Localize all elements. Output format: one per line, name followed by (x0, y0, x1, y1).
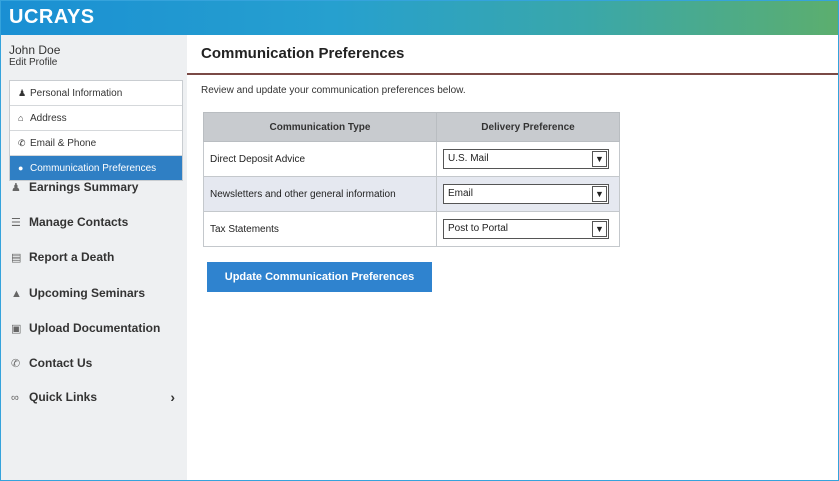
sidebar-item-quick-links[interactable]: ∞ Quick Links › (11, 386, 181, 408)
earnings-icon: ♟ (11, 182, 21, 194)
sidebar-item-upcoming-seminars[interactable]: ▲ Upcoming Seminars (11, 282, 181, 304)
delivery-preference-cell: Email ▼ (436, 176, 620, 212)
phone-icon: ✆ (11, 358, 21, 370)
chevron-right-icon: › (170, 389, 175, 405)
app-window: UCRAYS John Doe Edit Profile ♟ Personal I… (0, 0, 839, 481)
delivery-preference-select[interactable]: Post to Portal ▼ (443, 219, 609, 239)
sidebar-item-label: Upcoming Seminars (29, 286, 146, 300)
home-icon: ⌂ (18, 113, 24, 123)
sidebar-item-manage-contacts[interactable]: ☰ Manage Contacts (11, 211, 181, 233)
communication-type-cell: Tax Statements (203, 211, 437, 247)
table-row: Tax Statements Post to Portal ▼ (203, 211, 620, 247)
app-header: UCRAYS (1, 1, 838, 35)
submenu-item-label: Communication Preferences (30, 163, 157, 174)
user-icon: ♟ (18, 88, 27, 98)
sidebar-item-report-a-death[interactable]: ▤ Report a Death (11, 246, 181, 268)
chevron-down-icon[interactable]: ▼ (592, 221, 607, 237)
phone-icon: ✆ (18, 138, 26, 148)
link-icon: ∞ (11, 392, 19, 404)
select-value: Post to Portal (448, 223, 509, 234)
sidebar-item-label: Contact Us (29, 356, 93, 370)
delivery-preference-cell: U.S. Mail ▼ (436, 141, 620, 177)
communication-type-cell: Newsletters and other general informatio… (203, 176, 437, 212)
upload-icon: ▣ (11, 323, 22, 335)
submenu-item-personal-information[interactable]: ♟ Personal Information (10, 81, 182, 106)
submenu-item-label: Email & Phone (30, 138, 97, 149)
sidebar: John Doe Edit Profile ♟ Personal Informat… (1, 35, 187, 480)
sidebar-item-label: Upload Documentation (29, 321, 161, 335)
sidebar-item-contact-us[interactable]: ✆ Contact Us (11, 352, 181, 374)
table-row: Newsletters and other general informatio… (203, 176, 620, 212)
submenu-item-address[interactable]: ⌂ Address (10, 106, 182, 131)
sidebar-item-label: Manage Contacts (29, 215, 129, 229)
table-row: Direct Deposit Advice U.S. Mail ▼ (203, 141, 620, 177)
title-divider (187, 73, 838, 75)
main-content: Communication Preferences Review and upd… (187, 35, 838, 480)
submenu-item-label: Personal Information (30, 88, 123, 99)
column-header: Communication Type (203, 112, 437, 142)
page-title: Communication Preferences (201, 45, 405, 62)
intro-text: Review and update your communication pre… (201, 85, 466, 96)
select-value: Email (448, 188, 474, 199)
document-icon: ▤ (11, 252, 22, 264)
sidebar-item-earnings-summary[interactable]: ♟ Earnings Summary (11, 176, 181, 198)
delivery-preference-cell: Post to Portal ▼ (436, 211, 620, 247)
edit-profile-label[interactable]: Edit Profile (9, 57, 57, 68)
delivery-preference-select[interactable]: Email ▼ (443, 184, 609, 204)
communication-type-cell: Direct Deposit Advice (203, 141, 437, 177)
submenu-item-email-phone[interactable]: ✆ Email & Phone (10, 131, 182, 156)
select-value: U.S. Mail (448, 153, 489, 164)
chevron-down-icon[interactable]: ▼ (592, 186, 607, 202)
sidebar-item-label: Earnings Summary (29, 180, 139, 194)
preferences-table: Communication Type Delivery Preference D… (203, 112, 620, 247)
sidebar-item-upload-documentation[interactable]: ▣ Upload Documentation (11, 317, 181, 339)
submenu-item-label: Address (30, 113, 67, 124)
profile-submenu: ♟ Personal Information ⌂ Address ✆ Email & … (9, 80, 183, 181)
update-preferences-button[interactable]: Update Communication Preferences (207, 262, 432, 292)
user-name: John Doe (9, 43, 61, 57)
delivery-preference-select[interactable]: U.S. Mail ▼ (443, 149, 609, 169)
table-header-row: Communication Type Delivery Preference (203, 112, 620, 142)
contacts-icon: ☰ (11, 217, 21, 229)
column-header: Delivery Preference (436, 112, 620, 142)
seminar-icon: ▲ (11, 288, 22, 300)
sidebar-item-label: Report a Death (29, 250, 115, 264)
sidebar-item-label: Quick Links (29, 390, 98, 404)
brand-logo: UCRAYS (9, 6, 95, 28)
chevron-down-icon[interactable]: ▼ (592, 151, 607, 167)
